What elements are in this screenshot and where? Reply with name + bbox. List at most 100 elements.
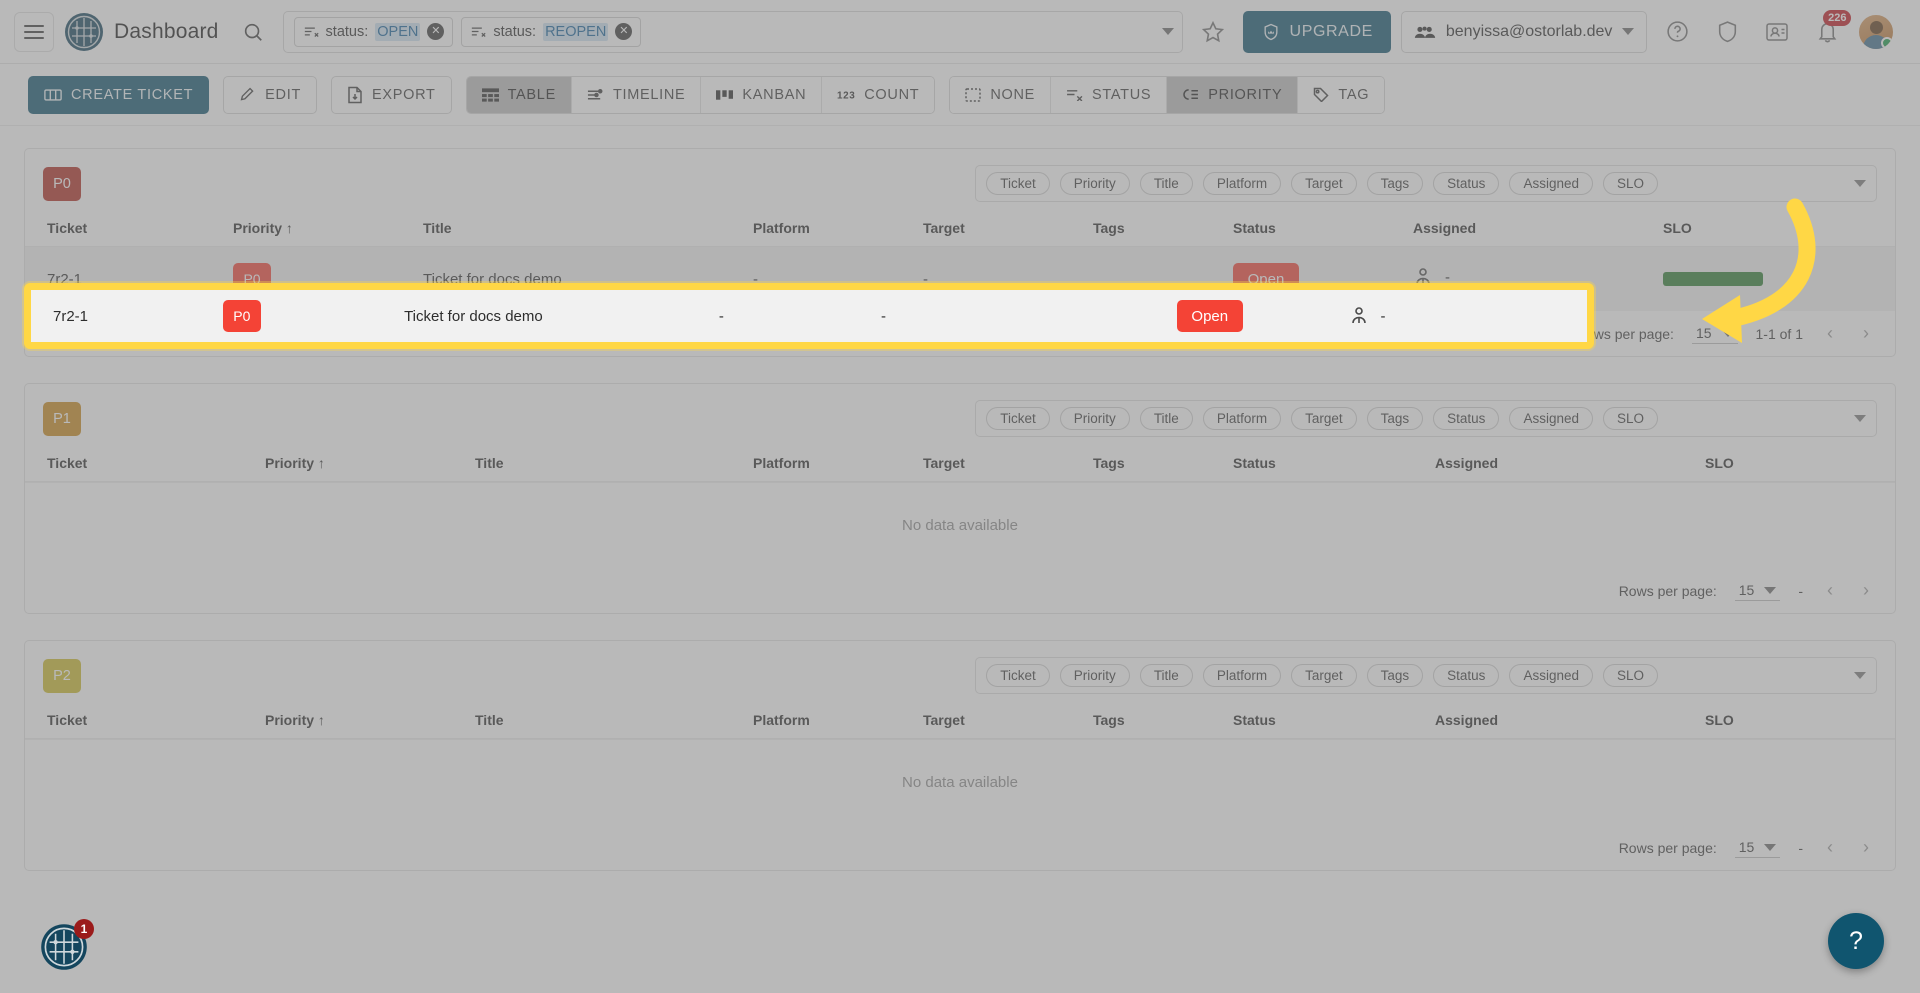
create-ticket-button[interactable]: CREATE TICKET: [28, 76, 209, 114]
column-pill-priority[interactable]: Priority: [1060, 172, 1130, 195]
th-tags[interactable]: Tags: [1085, 702, 1225, 739]
column-pill-slo[interactable]: SLO: [1603, 664, 1658, 687]
export-button[interactable]: EXPORT: [331, 76, 452, 114]
th-status[interactable]: Status: [1225, 702, 1405, 739]
shield-icon[interactable]: [1707, 12, 1747, 52]
hamburger-menu-button[interactable]: [14, 12, 54, 52]
th-ticket[interactable]: Ticket: [25, 702, 225, 739]
th-platform[interactable]: Platform: [745, 702, 915, 739]
upgrade-button[interactable]: UPGRADE: [1243, 11, 1391, 53]
th-title[interactable]: Title: [415, 210, 745, 247]
th-tags[interactable]: Tags: [1085, 445, 1225, 482]
column-pill-target[interactable]: Target: [1291, 407, 1357, 430]
column-pill-title[interactable]: Title: [1140, 664, 1193, 687]
column-pill-title[interactable]: Title: [1140, 407, 1193, 430]
th-priority[interactable]: Priority ↑: [225, 445, 415, 482]
th-slo[interactable]: SLO: [1655, 210, 1895, 247]
chevron-down-icon[interactable]: [1854, 180, 1866, 187]
column-pill-priority[interactable]: Priority: [1060, 664, 1130, 687]
column-pill-tags[interactable]: Tags: [1367, 407, 1424, 430]
tab-count[interactable]: 123 COUNT: [822, 77, 934, 113]
column-pill-ticket[interactable]: Ticket: [986, 172, 1050, 195]
th-assigned[interactable]: Assigned: [1405, 702, 1655, 739]
close-circle-icon[interactable]: ✕: [427, 23, 444, 40]
group-by-tag[interactable]: TAG: [1298, 77, 1384, 113]
th-assigned[interactable]: Assigned: [1405, 445, 1655, 482]
column-pill-status[interactable]: Status: [1433, 664, 1499, 687]
column-pill-status[interactable]: Status: [1433, 172, 1499, 195]
help-fab-button[interactable]: ?: [1828, 913, 1884, 969]
contacts-icon[interactable]: [1757, 12, 1797, 52]
column-pill-target[interactable]: Target: [1291, 664, 1357, 687]
th-status[interactable]: Status: [1225, 445, 1405, 482]
column-pill-tags[interactable]: Tags: [1367, 172, 1424, 195]
chevron-right-icon[interactable]: ›: [1857, 580, 1875, 601]
th-tags[interactable]: Tags: [1085, 210, 1225, 247]
edit-button[interactable]: EDIT: [223, 76, 317, 114]
th-title[interactable]: Title: [415, 702, 745, 739]
search-input[interactable]: status:OPEN ✕ status:REOPEN ✕: [283, 11, 1183, 53]
column-pill-assigned[interactable]: Assigned: [1509, 172, 1593, 195]
status-badge: P2: [43, 659, 81, 693]
th-ticket[interactable]: Ticket: [25, 445, 225, 482]
column-pill-platform[interactable]: Platform: [1203, 664, 1281, 687]
chevron-left-icon[interactable]: ‹: [1821, 323, 1839, 344]
column-pill-priority[interactable]: Priority: [1060, 407, 1130, 430]
tab-timeline[interactable]: TIMELINE: [572, 77, 701, 113]
column-pill-ticket[interactable]: Ticket: [986, 407, 1050, 430]
rows-per-page-select[interactable]: 15: [1735, 580, 1781, 601]
column-pill-platform[interactable]: Platform: [1203, 172, 1281, 195]
th-platform[interactable]: Platform: [745, 210, 915, 247]
th-priority[interactable]: Priority ↑: [225, 210, 415, 247]
th-ticket[interactable]: Ticket: [25, 210, 225, 247]
column-pill-slo[interactable]: SLO: [1603, 407, 1658, 430]
th-target[interactable]: Target: [915, 702, 1085, 739]
chevron-left-icon[interactable]: ‹: [1821, 837, 1839, 858]
column-pill-target[interactable]: Target: [1291, 172, 1357, 195]
th-priority[interactable]: Priority ↑: [225, 702, 415, 739]
star-outline-icon[interactable]: [1193, 12, 1233, 52]
group-by-priority[interactable]: PRIORITY: [1167, 77, 1298, 113]
account-selector[interactable]: benyissa@ostorlab.dev: [1401, 11, 1648, 53]
notifications-button[interactable]: 226: [1807, 12, 1847, 52]
th-target[interactable]: Target: [915, 210, 1085, 247]
avatar[interactable]: [1857, 13, 1895, 51]
column-pill-status[interactable]: Status: [1433, 407, 1499, 430]
column-toggle-bar: Ticket Priority Title Platform Target Ta…: [975, 400, 1877, 437]
column-pill-assigned[interactable]: Assigned: [1509, 407, 1593, 430]
th-status[interactable]: Status: [1225, 210, 1405, 247]
th-assigned[interactable]: Assigned: [1405, 210, 1655, 247]
chevron-right-icon[interactable]: ›: [1857, 323, 1875, 344]
chevron-left-icon[interactable]: ‹: [1821, 580, 1839, 601]
column-pill-slo[interactable]: SLO: [1603, 172, 1658, 195]
floating-brand-button[interactable]: 1: [40, 923, 88, 971]
chevron-down-icon[interactable]: [1622, 28, 1634, 35]
th-title[interactable]: Title: [415, 445, 745, 482]
rows-per-page-select[interactable]: 15: [1692, 323, 1738, 344]
chevron-down-icon[interactable]: [1162, 28, 1174, 35]
group-by-status[interactable]: STATUS: [1051, 77, 1167, 113]
filter-chip-status-reopen[interactable]: status:REOPEN ✕: [461, 17, 641, 47]
column-pill-title[interactable]: Title: [1140, 172, 1193, 195]
tab-kanban[interactable]: KANBAN: [701, 77, 822, 113]
chevron-down-icon[interactable]: [1854, 415, 1866, 422]
chevron-down-icon[interactable]: [1854, 672, 1866, 679]
column-pill-assigned[interactable]: Assigned: [1509, 664, 1593, 687]
chevron-right-icon[interactable]: ›: [1857, 837, 1875, 858]
search-icon[interactable]: [233, 12, 273, 52]
highlighted-table-row[interactable]: 7r2-1 P0 Ticket for docs demo - - Open -: [31, 290, 1587, 342]
help-circle-icon[interactable]: [1657, 12, 1697, 52]
close-circle-icon[interactable]: ✕: [615, 23, 632, 40]
column-pill-ticket[interactable]: Ticket: [986, 664, 1050, 687]
th-slo[interactable]: SLO: [1655, 702, 1895, 739]
column-pill-tags[interactable]: Tags: [1367, 664, 1424, 687]
cell-slo: [1655, 247, 1895, 312]
group-by-none[interactable]: NONE: [950, 77, 1051, 113]
th-slo[interactable]: SLO: [1655, 445, 1895, 482]
th-target[interactable]: Target: [915, 445, 1085, 482]
th-platform[interactable]: Platform: [745, 445, 915, 482]
rows-per-page-select[interactable]: 15: [1735, 837, 1781, 858]
filter-chip-status-open[interactable]: status:OPEN ✕: [294, 17, 454, 47]
column-pill-platform[interactable]: Platform: [1203, 407, 1281, 430]
tab-table[interactable]: TABLE: [467, 77, 572, 113]
